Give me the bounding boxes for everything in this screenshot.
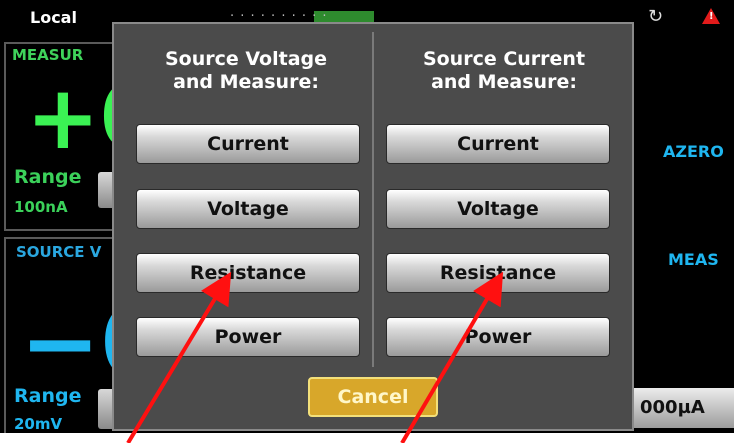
azero-label[interactable]: AZERO: [663, 142, 724, 161]
source-range-value: 20mV: [14, 415, 63, 433]
limit-value-button[interactable]: 000µA: [630, 388, 734, 428]
function-select-dialog: Source Voltage and Measure: Source Curre…: [112, 22, 634, 431]
source-current-title: Source Current and Measure:: [384, 48, 624, 94]
sv-current-button[interactable]: Current: [136, 124, 360, 164]
local-indicator[interactable]: Local: [30, 8, 77, 27]
refresh-icon[interactable]: ↻: [648, 6, 663, 27]
si-current-button[interactable]: Current: [386, 124, 610, 164]
si-voltage-button[interactable]: Voltage: [386, 189, 610, 229]
warning-icon[interactable]: !: [702, 8, 720, 24]
measure-pane-title: MEASUR: [12, 46, 84, 64]
source-range-label: Range: [14, 385, 82, 407]
measure-range-value: 100nA: [14, 198, 68, 216]
source-voltage-title-text: Source Voltage and Measure:: [164, 48, 328, 93]
measure-range-label: Range: [14, 166, 82, 188]
source-voltage-title: Source Voltage and Measure:: [126, 48, 366, 94]
instrument-screen: Local · · · · · · · · · · ↻ ! MEASUR +0 …: [0, 0, 734, 433]
sv-resistance-button[interactable]: Resistance: [136, 253, 360, 293]
cancel-button[interactable]: Cancel: [308, 377, 438, 417]
limit-value: 000µA: [640, 397, 705, 418]
si-power-button[interactable]: Power: [386, 317, 610, 357]
sv-voltage-button[interactable]: Voltage: [136, 189, 360, 229]
meas-label: MEAS: [668, 250, 719, 269]
source-pane-title: SOURCE V: [16, 243, 102, 261]
sv-power-button[interactable]: Power: [136, 317, 360, 357]
si-resistance-button[interactable]: Resistance: [386, 253, 610, 293]
column-divider: [372, 32, 374, 367]
source-current-title-text: Source Current and Measure:: [422, 48, 586, 93]
